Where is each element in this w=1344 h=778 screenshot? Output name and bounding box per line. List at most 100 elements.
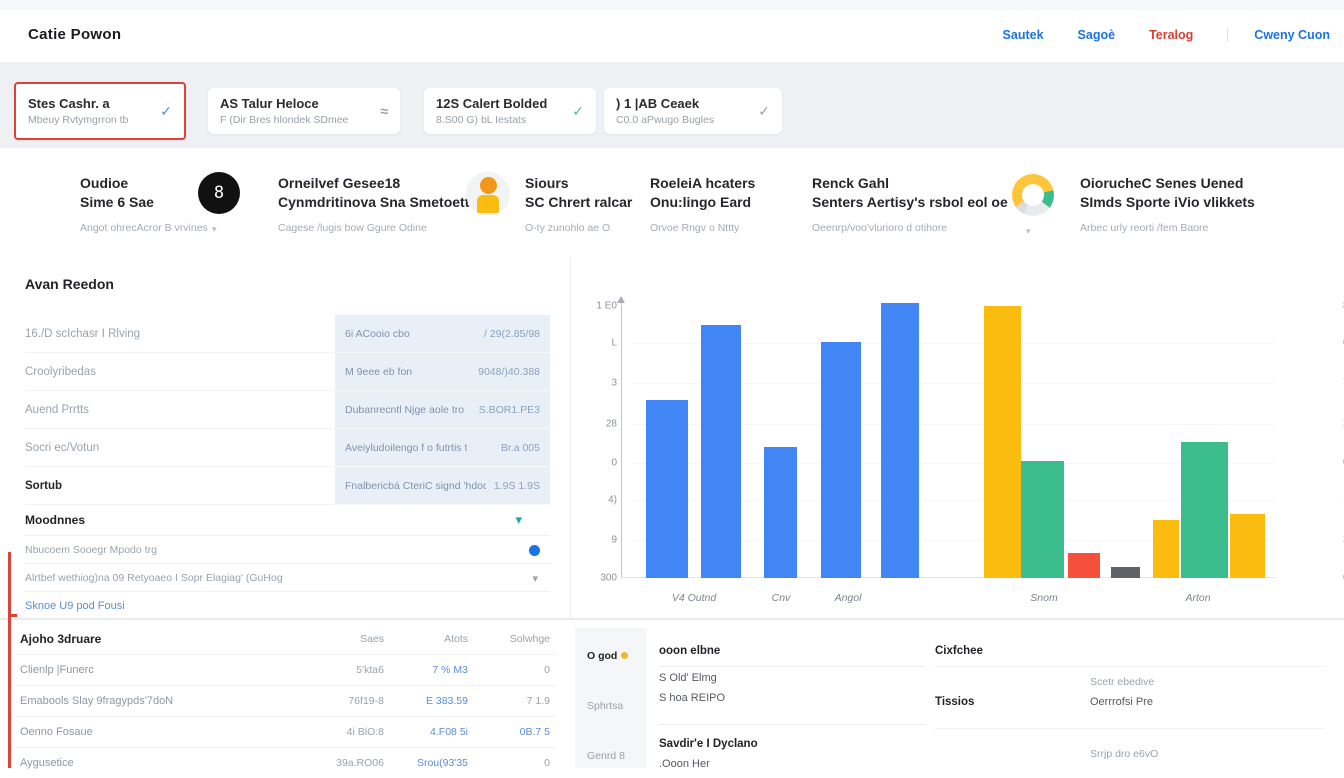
tab-item[interactable]: O god	[587, 650, 628, 662]
stat-card[interactable]: Stes Cashr. aMbeuy Rvtymgrron tb✓	[14, 82, 186, 140]
chart-plot: 1 E0L32804)93008Y%00S72%20%0S41F%3t/S0.0…	[631, 300, 1276, 578]
nav-link[interactable]: Teralog	[1149, 28, 1193, 42]
divider	[659, 666, 925, 667]
main-area: Avan Reedon 16./D scIchasr I Rlving6i AC…	[0, 258, 1344, 618]
bar[interactable]	[984, 306, 1021, 578]
bar[interactable]	[821, 342, 861, 578]
chevron-down-icon[interactable]: ▾	[515, 512, 522, 528]
bar[interactable]	[1181, 442, 1228, 578]
column-header: Atots	[384, 633, 468, 645]
feature-title-line1: OiorucheC Senes Uened	[1080, 174, 1255, 193]
red-annotation-tick	[8, 614, 17, 617]
stat-card[interactable]: AS Talur Heloce F (Dir Bres hlondek SDmee…	[208, 88, 400, 134]
cell-value-link[interactable]: 7 % M3	[384, 664, 468, 676]
y-axis-tick-label: 9	[575, 535, 617, 546]
feature-item: ▾	[1012, 174, 1054, 216]
cell-value: 0	[468, 664, 550, 676]
panel-row-detail: M 9eee eb fon9048/)40.388	[335, 353, 550, 391]
y-axis-tick-label: 0	[575, 457, 617, 468]
panel-row-key: Aveiyludoilengo f o futrtis t	[345, 442, 467, 454]
y-axis-tick-label: L	[575, 338, 617, 349]
top-nav: Sautek Sagoè Teralog Cweny Cuon	[1003, 28, 1330, 42]
panel-row-detail: 6i ACooio cbo/ 29(2.85/98	[335, 315, 550, 353]
feature-item: 8▾	[198, 172, 240, 214]
panel-row-value: Br.a 005	[501, 442, 540, 454]
bar[interactable]	[1230, 514, 1265, 578]
stat-card-title: ) 1 |AB Ceaek	[616, 96, 748, 111]
detail-tabs: O god Sphrtsa Genrd 8	[575, 628, 647, 768]
detail-heading: ooon elbne	[659, 645, 720, 657]
feature-subtitle: Angot ohrecAcror B vrvines	[80, 222, 208, 234]
bar[interactable]	[1068, 553, 1100, 578]
panel-footer-link[interactable]: Sknoe U9 pod Fousi	[25, 591, 550, 619]
feature-title: OudioeSime 6 Sae	[80, 174, 208, 212]
panel-link-row[interactable]: Alrtbef wethiog)na 09 Retyoaeo I Sopr El…	[25, 563, 550, 592]
feature-title-line2: Cynmdritinova Sna Smetoette	[278, 193, 477, 212]
stat-card-subtitle: F (Dir Bres hlondek SDmee	[220, 114, 370, 126]
feature-title: Renck GahlSenters Aertisy's rsbol eol oe	[812, 174, 1008, 212]
tab-item[interactable]: Genrd 8	[587, 750, 625, 762]
summary-rows: 16./D scIchasr I Rlving6i ACooio cbo/ 29…	[25, 315, 550, 505]
stat-card-title: AS Talur Heloce	[220, 96, 370, 111]
cell-value-link[interactable]: 4.F08 5i	[384, 726, 468, 738]
feature-title-line2: SC Chrert ralcar	[525, 193, 632, 212]
table-header-row: Ajoho 3druareSaesAtotsSolwhge	[14, 624, 556, 654]
feature-subtitle: O-ty zunohlo ae O	[525, 222, 632, 234]
bar-chart-panel: 1 E0L32804)93008Y%00S72%20%0S41F%3t/S0.0…	[570, 258, 1344, 618]
panel-row: Socri ec/VotunAveiyludoilengo f o futrti…	[25, 429, 550, 467]
cell-value: 7 1.9	[468, 695, 550, 707]
feature-title-line1: Renck Gahl	[812, 174, 1008, 193]
table-row: Oenno Fosaue4i BlO:84.F08 5i0B.7 5	[14, 716, 556, 747]
cell-value: 0	[468, 757, 550, 769]
blue-dot-icon	[529, 545, 540, 556]
bar[interactable]	[764, 447, 797, 578]
panel-row-label: Auend Prrtts	[25, 391, 335, 429]
nav-link[interactable]: Sautek	[1003, 28, 1044, 42]
panel-row-key: Fnalbericbá CteriC signd 'hdod (rg	[345, 480, 486, 492]
info-value-line1: Scetr ebedive	[1090, 676, 1154, 688]
panel-row: SortubFnalbericbá CteriC signd 'hdod (rg…	[25, 467, 550, 505]
cell-value: 76f19-8	[296, 695, 384, 707]
stat-card-title: 12S Calert Bolded	[436, 96, 562, 111]
feature-title-line1: Oudioe	[80, 174, 208, 193]
stat-card-title: Stes Cashr. a	[28, 96, 150, 111]
cell-value-link[interactable]: 0B.7 5	[468, 726, 550, 738]
tab-item[interactable]: Sphrtsa	[587, 700, 623, 712]
app-header: Catie Powon SautekSagoèTeralogCweny Cuon	[0, 10, 1344, 63]
panel-row-key: M 9eee eb fon	[345, 366, 412, 378]
check-icon: ✓	[160, 103, 172, 120]
panel-row-key: 6i ACooio cbo	[345, 328, 410, 340]
lock-circle-icon: 8	[198, 172, 240, 214]
cell-value-link[interactable]: E 383.59	[384, 695, 468, 707]
feature-item: OiorucheC Senes UenedSImds Sporte iVio v…	[1080, 174, 1255, 234]
features-row: OudioeSime 6 Sae Angot ohrecAcror B vrvin…	[0, 148, 1344, 259]
y-axis-tick-label: 3	[575, 378, 617, 389]
table-row: Clienlp |Funerc5'kta67 % M30	[14, 654, 556, 685]
bar[interactable]	[701, 325, 741, 578]
panel-row-detail: Fnalbericbá CteriC signd 'hdod (rg1.9S 1…	[335, 467, 550, 505]
bar[interactable]	[1021, 461, 1064, 578]
nav-link[interactable]: Cweny Cuon	[1227, 28, 1330, 42]
status-dot-icon	[621, 652, 628, 659]
stat-card[interactable]: 12S Calert Bolded8.S00 G) bL Iestats✓	[424, 88, 596, 134]
feature-title-line2: Senters Aertisy's rsbol eol oe	[812, 193, 1008, 212]
bar[interactable]	[1153, 520, 1179, 578]
bar[interactable]	[646, 400, 688, 578]
expander-row[interactable]: Moodnnes ▾	[25, 505, 550, 535]
panel-link-row[interactable]: Nbucoem Sooegr Mpodo trg	[25, 535, 550, 564]
cell-name: Oenno Fosaue	[20, 726, 296, 738]
y-axis-tick-label: 4)	[575, 495, 617, 506]
stat-card[interactable]: ) 1 |AB CeaekC0.0 aPwugo Bugles✓	[604, 88, 782, 134]
bar[interactable]	[1111, 567, 1140, 578]
feature-title-line2: SImds Sporte iVio vlikkets	[1080, 193, 1255, 212]
entry-line1: S Old' Elmg	[659, 672, 717, 684]
cell-value-link[interactable]: Srou(93'35	[384, 757, 468, 769]
wave-icon: ≈	[380, 103, 388, 119]
nav-link[interactable]: Sagoè	[1078, 28, 1116, 42]
feature-title: SioursSC Chrert ralcar	[525, 174, 632, 212]
info-value-line2: Oerrrofsi Pre	[1090, 696, 1153, 708]
bar[interactable]	[881, 303, 919, 578]
detail-panel: O god Sphrtsa Genrd 8 ooon elbne S Old' El…	[575, 620, 925, 768]
check-icon: ✓	[758, 103, 770, 120]
divider	[935, 666, 1325, 667]
